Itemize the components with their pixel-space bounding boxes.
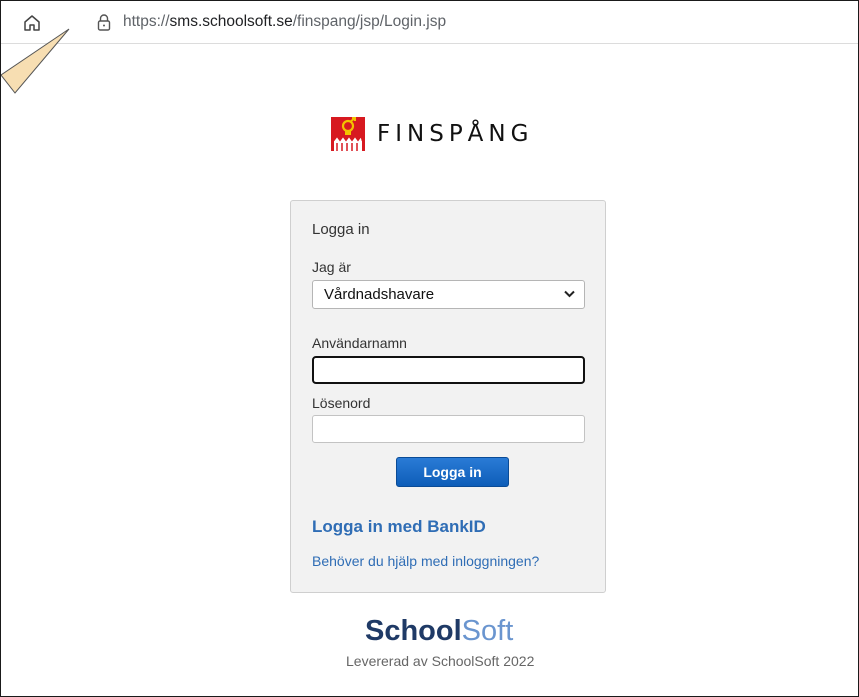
login-panel: Logga in Jag är Vårdnadshavare Användarn… xyxy=(290,200,606,593)
chevron-down-icon xyxy=(564,290,575,298)
logo-text: FINSPÅNG xyxy=(377,121,534,147)
password-label: Lösenord xyxy=(312,395,371,411)
footer-text: Levererad av SchoolSoft 2022 xyxy=(346,653,535,669)
address-bar: https://sms.schoolsoft.se/finspang/jsp/L… xyxy=(1,1,858,44)
password-input[interactable] xyxy=(312,415,585,443)
login-title: Logga in xyxy=(312,221,370,238)
callout-pointer xyxy=(1,28,70,94)
brand-part-1: School xyxy=(365,615,462,647)
lock-icon[interactable] xyxy=(97,14,111,31)
url-path: /finspang/jsp/Login.jsp xyxy=(292,13,447,30)
login-button[interactable]: Logga in xyxy=(396,457,509,487)
bankid-login-link[interactable]: Logga in med BankID xyxy=(312,517,486,537)
role-select-value: Vårdnadshavare xyxy=(324,286,435,303)
url-host: sms.schoolsoft.se xyxy=(169,13,293,30)
url-prefix: https:// xyxy=(123,13,170,30)
role-label: Jag är xyxy=(312,259,351,275)
username-label: Användarnamn xyxy=(312,335,407,351)
browser-window: https://sms.schoolsoft.se/finspang/jsp/L… xyxy=(0,0,859,697)
brand-part-2: Soft xyxy=(461,615,514,647)
url-field[interactable]: https://sms.schoolsoft.se/finspang/jsp/L… xyxy=(123,13,446,31)
role-select[interactable]: Vårdnadshavare xyxy=(312,280,585,309)
login-help-link[interactable]: Behöver du hjälp med inloggningen? xyxy=(312,553,539,569)
schoolsoft-logo: SchoolSoft xyxy=(365,615,513,648)
username-input[interactable] xyxy=(312,356,585,384)
municipal-crest-icon xyxy=(331,117,365,151)
